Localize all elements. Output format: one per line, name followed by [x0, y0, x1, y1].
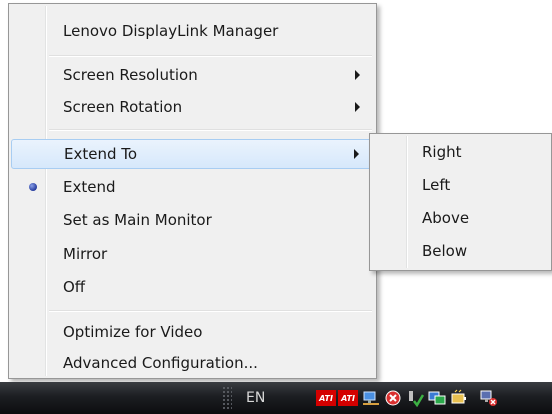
network-icon[interactable] [362, 389, 380, 407]
menu-item-extend[interactable]: Extend [11, 172, 374, 202]
submenu-arrow-icon [355, 70, 360, 80]
language-indicator[interactable]: EN [246, 390, 265, 406]
menu-item-extend-to[interactable]: Extend To [11, 139, 374, 169]
submenu-item-below[interactable]: Below [372, 236, 549, 266]
radio-bullet-icon [29, 183, 37, 191]
menu-item-label: Screen Resolution [63, 66, 198, 84]
menu-item-label: Optimize for Video [63, 323, 203, 341]
system-tray: ATI ATI [316, 388, 502, 408]
menu-item-advanced-configuration[interactable]: Advanced Configuration... [11, 348, 374, 378]
network-disconnected-icon[interactable] [480, 389, 498, 407]
submenu-item-above[interactable]: Above [372, 203, 549, 233]
menu-item-off[interactable]: Off [11, 272, 374, 302]
menu-item-screen-resolution[interactable]: Screen Resolution [11, 60, 374, 90]
menu-item-label: Screen Rotation [63, 98, 183, 116]
submenu-arrow-icon [355, 102, 360, 112]
submenu-item-right[interactable]: Right [372, 137, 549, 167]
power-icon[interactable] [450, 389, 468, 407]
menu-separator [49, 129, 372, 131]
displaylink-context-menu: Lenovo DisplayLink Manager Screen Resolu… [8, 3, 377, 379]
taskbar-grip[interactable] [222, 386, 232, 410]
menu-item-label: Advanced Configuration... [63, 354, 258, 372]
menu-item-lenovo-displaylink-manager[interactable]: Lenovo DisplayLink Manager [11, 16, 374, 46]
menu-item-label: Off [63, 278, 86, 296]
menu-separator [49, 310, 372, 312]
menu-item-label: Left [422, 176, 451, 194]
security-alert-icon[interactable] [384, 389, 402, 407]
safely-remove-hardware-icon[interactable] [406, 389, 425, 408]
submenu-arrow-icon [354, 149, 359, 159]
menu-item-optimize-for-video[interactable]: Optimize for Video [11, 317, 374, 347]
menu-separator [49, 55, 372, 57]
menu-item-label: Above [422, 209, 470, 227]
taskbar: EN ATI ATI [0, 382, 552, 414]
menu-item-mirror[interactable]: Mirror [11, 239, 374, 269]
extend-to-submenu: Right Left Above Below [369, 133, 552, 271]
menu-item-label: Below [422, 242, 468, 260]
menu-item-set-as-main-monitor[interactable]: Set as Main Monitor [11, 205, 374, 235]
desktop: Lenovo DisplayLink Manager Screen Resolu… [0, 0, 552, 414]
menu-item-label: Extend [63, 178, 116, 196]
menu-item-label: Right [422, 143, 462, 161]
submenu-item-left[interactable]: Left [372, 170, 549, 200]
ati-icon[interactable]: ATI [316, 390, 336, 406]
ati-icon[interactable]: ATI [338, 390, 358, 406]
menu-item-label: Set as Main Monitor [63, 211, 212, 229]
menu-item-label: Mirror [63, 245, 108, 263]
menu-item-label: Extend To [64, 145, 138, 163]
menu-item-screen-rotation[interactable]: Screen Rotation [11, 92, 374, 122]
menu-item-label: Lenovo DisplayLink Manager [63, 22, 279, 40]
displaylink-icon[interactable] [428, 389, 446, 407]
